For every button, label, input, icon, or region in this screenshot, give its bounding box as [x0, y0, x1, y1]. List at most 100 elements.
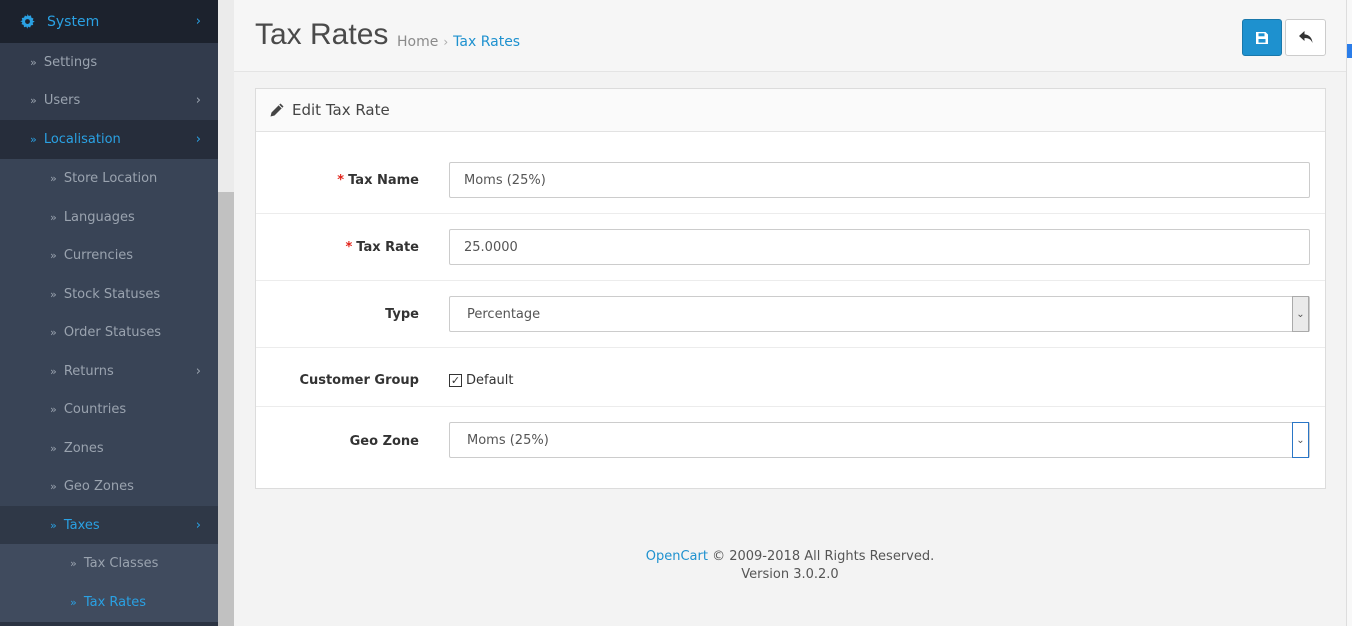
- footer: OpenCart © 2009-2018 All Rights Reserved…: [234, 548, 1346, 584]
- save-button[interactable]: [1242, 19, 1282, 56]
- opencart-link[interactable]: OpenCart: [646, 549, 708, 564]
- default-checkbox-label[interactable]: Default: [466, 373, 514, 388]
- sidebar-item-label: Localisation: [43, 132, 121, 147]
- sidebar-item-users[interactable]: ›› Users ›: [0, 81, 218, 120]
- type-label: Type: [385, 307, 419, 322]
- sidebar-item-label: Tax Classes: [83, 556, 159, 571]
- double-chevron-right-icon: ››: [50, 172, 57, 185]
- sidebar-item-label: Zones: [63, 440, 104, 456]
- double-chevron-right-icon: ››: [50, 403, 57, 416]
- sidebar-item-taxes[interactable]: ›› Taxes ›: [0, 506, 218, 544]
- sidebar-item-zones[interactable]: ›› Zones: [0, 429, 218, 467]
- edge-indicator: [1347, 44, 1352, 58]
- sidebar-item-geo-zones[interactable]: ›› Geo Zones: [0, 467, 218, 506]
- chevron-right-icon: ›: [195, 363, 201, 379]
- panel-title: Edit Tax Rate: [292, 101, 390, 119]
- form-row-customer-group: Customer Group ✓ Default: [256, 348, 1325, 407]
- double-chevron-right-icon: ››: [50, 210, 57, 224]
- tax-rate-label: * Tax Rate: [345, 240, 419, 255]
- sidebar-item-settings[interactable]: ›› Settings: [0, 43, 218, 81]
- sidebar-item-label: Order Statuses: [63, 325, 162, 340]
- sidebar-item-label: Currencies: [63, 248, 134, 263]
- sidebar-item-tax-classes[interactable]: ›› Tax Classes: [0, 544, 218, 583]
- sidebar-item-stock-statuses[interactable]: ›› Stock Statuses: [0, 275, 218, 313]
- tax-name-value: Moms (25%): [464, 172, 546, 188]
- form-row-tax-name: * Tax Name Moms (25%): [256, 133, 1325, 214]
- geo-zone-selected-value: Moms (25%): [467, 432, 549, 448]
- reply-icon: [1298, 31, 1312, 43]
- chevron-down-icon[interactable]: ⌄: [1292, 296, 1309, 332]
- customer-group-label: Customer Group: [299, 373, 419, 388]
- sidebar-item-label: Users: [43, 93, 81, 108]
- right-edge-strip: [1346, 0, 1352, 626]
- double-chevron-right-icon: ››: [30, 94, 37, 107]
- footer-version: Version 3.0.2.0: [741, 567, 839, 582]
- back-button[interactable]: [1285, 19, 1326, 56]
- geo-zone-select[interactable]: Moms (25%) ⌄: [449, 422, 1310, 458]
- sidebar-item-label: Tax Rates: [83, 595, 146, 610]
- sidebar-item-label: Languages: [63, 209, 135, 225]
- chevron-right-icon: ›: [195, 132, 201, 147]
- double-chevron-right-icon: ››: [50, 480, 57, 493]
- sidebar-item-system[interactable]: System ›: [0, 0, 218, 43]
- sidebar-item-label: System: [47, 13, 100, 30]
- double-chevron-right-icon: ››: [70, 596, 77, 609]
- breadcrumb: Home › Tax Rates: [397, 34, 520, 50]
- panel-heading: Edit Tax Rate: [256, 89, 1325, 132]
- tax-rate-input[interactable]: 25.0000: [449, 229, 1310, 265]
- scrollbar-thumb[interactable]: [218, 192, 234, 626]
- footer-copyright-line: OpenCart © 2009-2018 All Rights Reserved…: [234, 548, 1346, 566]
- double-chevron-right-icon: ››: [50, 287, 57, 301]
- double-chevron-right-icon: ››: [70, 557, 77, 570]
- type-select[interactable]: Percentage ⌄: [449, 296, 1310, 332]
- sidebar-item-currencies[interactable]: ›› Currencies: [0, 236, 218, 275]
- sidebar-item-store-location[interactable]: ›› Store Location: [0, 159, 218, 198]
- chevron-right-icon: ›: [195, 517, 201, 533]
- sidebar-item-order-statuses[interactable]: ›› Order Statuses: [0, 313, 218, 352]
- chevron-right-icon: ›: [195, 14, 201, 29]
- tax-name-label: * Tax Name: [337, 173, 419, 188]
- double-chevron-right-icon: ››: [30, 133, 37, 146]
- form-row-tax-rate: * Tax Rate 25.0000: [256, 214, 1325, 281]
- tax-name-input[interactable]: Moms (25%): [449, 162, 1310, 198]
- required-mark: *: [337, 173, 345, 188]
- sidebar-item-countries[interactable]: ›› Countries: [0, 390, 218, 429]
- sidebar-item-returns[interactable]: ›› Returns ›: [0, 352, 218, 390]
- double-chevron-right-icon: ››: [50, 364, 57, 378]
- double-chevron-right-icon: ››: [50, 441, 57, 455]
- tax-name-label-text: Tax Name: [348, 173, 419, 188]
- form-row-geo-zone: Geo Zone Moms (25%) ⌄: [256, 407, 1325, 488]
- tax-rate-label-text: Tax Rate: [356, 240, 419, 255]
- chevron-down-icon[interactable]: ⌄: [1292, 422, 1309, 458]
- customer-group-default-option: ✓ Default: [449, 373, 514, 388]
- sidebar-item-localisation[interactable]: ›› Localisation ›: [0, 120, 218, 159]
- sidebar-item-label: Countries: [63, 402, 127, 417]
- tax-rate-value: 25.0000: [464, 239, 518, 255]
- double-chevron-right-icon: ››: [50, 518, 57, 532]
- required-mark: *: [345, 240, 353, 255]
- sidebar-item-label: Taxes: [63, 517, 100, 533]
- double-chevron-right-icon: ››: [50, 326, 57, 339]
- sidebar-item-label: Returns: [63, 363, 114, 379]
- save-icon: [1256, 31, 1268, 44]
- type-selected-value: Percentage: [467, 306, 541, 322]
- breadcrumb-home[interactable]: Home: [397, 34, 438, 50]
- breadcrumb-separator: ›: [443, 35, 449, 49]
- page-title: Tax Rates: [255, 18, 389, 51]
- sidebar-item-tax-rates[interactable]: ›› Tax Rates: [0, 583, 218, 622]
- geo-zone-label: Geo Zone: [349, 434, 419, 449]
- sidebar-item-label: Geo Zones: [63, 479, 134, 494]
- pencil-icon: [270, 103, 284, 117]
- form-row-type: Type Percentage ⌄: [256, 281, 1325, 348]
- sidebar-item-label: Settings: [43, 54, 98, 70]
- edit-tax-rate-panel: Edit Tax Rate * Tax Name Moms (25%) * Tax …: [255, 88, 1326, 489]
- breadcrumb-current[interactable]: Tax Rates: [453, 34, 520, 50]
- chevron-right-icon: ›: [195, 93, 201, 108]
- page-header: Tax Rates Home › Tax Rates: [234, 0, 1346, 72]
- default-checkbox[interactable]: ✓: [449, 374, 462, 387]
- double-chevron-right-icon: ››: [30, 55, 37, 69]
- sidebar-item-label: Store Location: [63, 171, 158, 186]
- sidebar-item-languages[interactable]: ›› Languages: [0, 198, 218, 236]
- double-chevron-right-icon: ››: [50, 249, 57, 262]
- footer-copyright: © 2009-2018 All Rights Reserved.: [712, 549, 935, 564]
